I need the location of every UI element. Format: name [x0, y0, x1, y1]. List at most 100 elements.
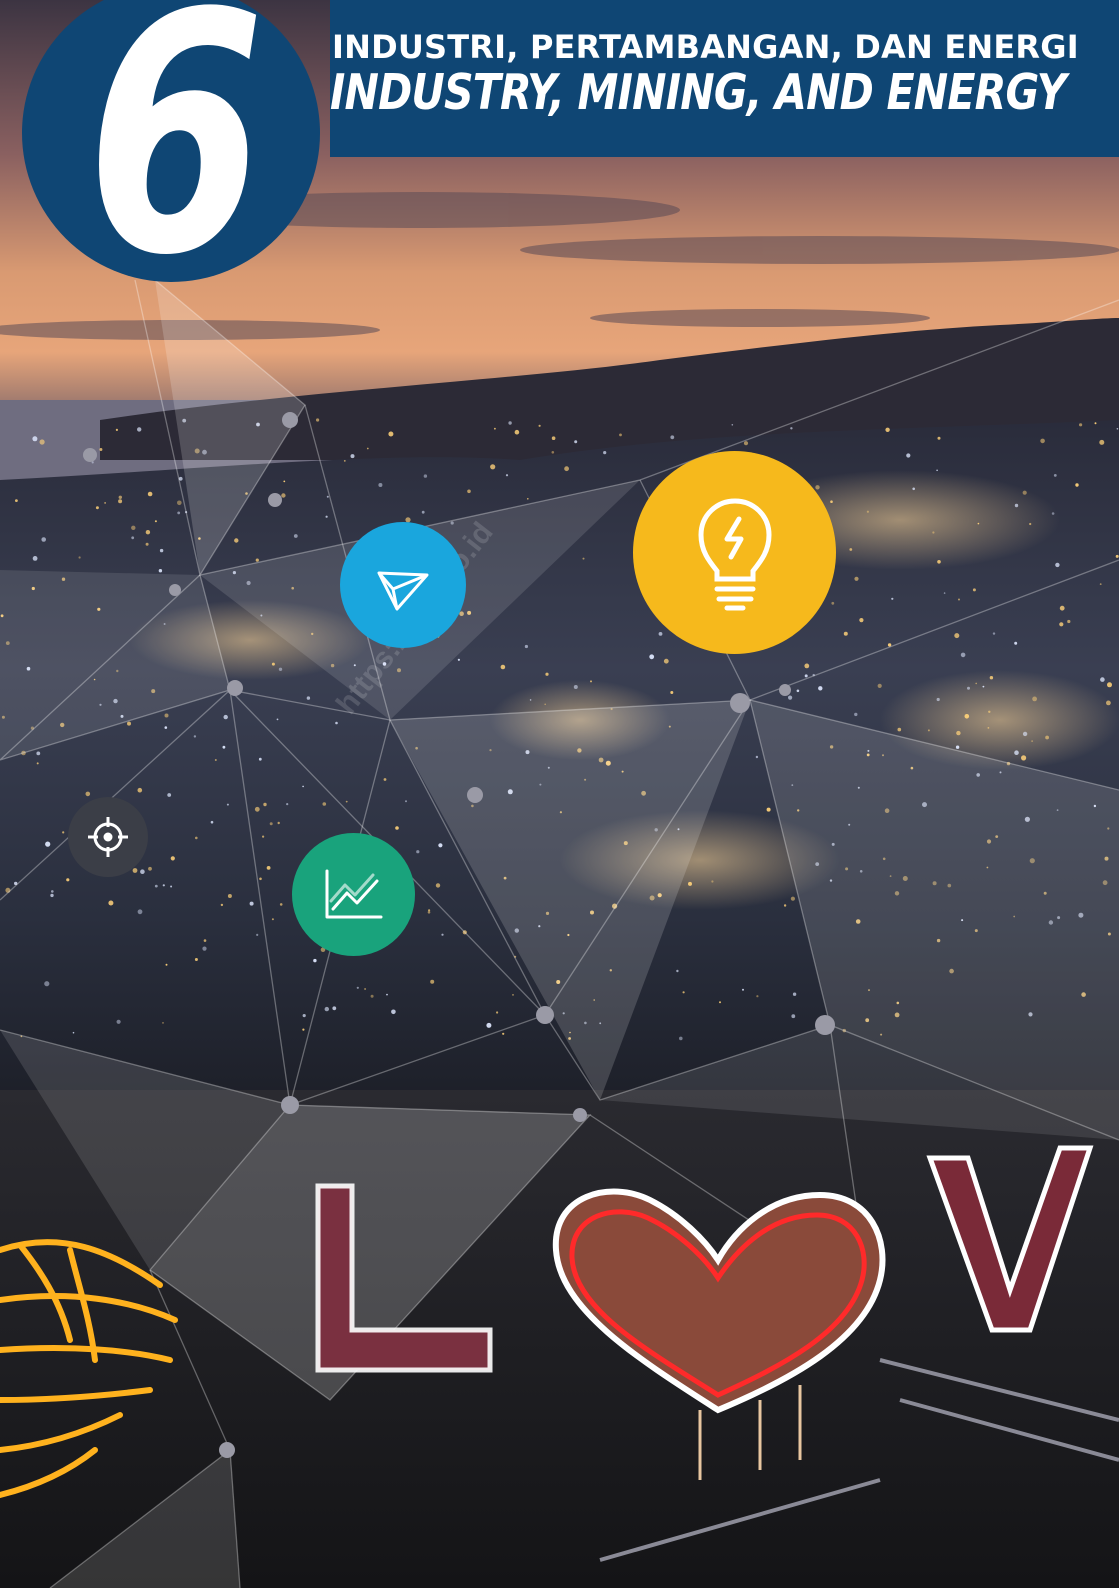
city-light [395, 826, 399, 830]
city-light [306, 696, 311, 700]
city-light [116, 1019, 121, 1024]
city-light [676, 969, 679, 973]
city-light [818, 686, 823, 691]
city-light [223, 714, 228, 720]
city-light [937, 436, 941, 440]
city-light [164, 726, 168, 729]
chapter-title-english: INDUSTRY, MINING, AND ENERGY [330, 64, 1067, 121]
city-light [326, 495, 329, 498]
line-chart-button[interactable] [292, 833, 415, 956]
city-light [891, 597, 894, 600]
city-light [115, 428, 118, 431]
line-chart-icon [325, 869, 382, 918]
city-light [849, 548, 853, 551]
city-light [573, 685, 578, 689]
city-light [345, 800, 348, 803]
city-light [514, 429, 520, 435]
city-light [711, 880, 714, 883]
city-light [145, 530, 151, 535]
city-light [127, 721, 131, 726]
city-light [1040, 438, 1045, 444]
city-light [302, 1014, 306, 1018]
city-light [783, 904, 787, 907]
city-light [486, 1022, 492, 1028]
city-light [283, 480, 286, 483]
city-light [843, 631, 848, 636]
city-light [551, 436, 556, 441]
city-light [279, 903, 283, 906]
city-light [937, 560, 941, 564]
city-light [755, 755, 759, 759]
city-light [663, 658, 669, 664]
city-light [158, 569, 163, 573]
city-light [1014, 503, 1019, 508]
city-light [266, 866, 271, 870]
city-light [36, 751, 41, 756]
city-light [682, 991, 685, 994]
city-light [791, 1014, 796, 1019]
lightbulb-button[interactable] [633, 451, 836, 654]
city-light [324, 1006, 329, 1012]
city-light [1059, 605, 1065, 611]
city-light [44, 981, 50, 987]
city-light [36, 762, 39, 765]
city-light [383, 778, 387, 781]
city-light [790, 896, 796, 901]
city-light [164, 713, 169, 718]
city-light [1053, 474, 1057, 477]
city-light [544, 703, 546, 706]
city-light [335, 721, 338, 725]
city-light [202, 946, 207, 951]
city-light [500, 664, 506, 670]
city-light [989, 676, 994, 680]
city-light [108, 900, 114, 906]
city-light [147, 491, 153, 497]
city-light [416, 850, 420, 854]
city-light [234, 538, 239, 543]
city-light [804, 674, 808, 678]
city-light [1100, 677, 1105, 682]
city-light [932, 531, 935, 534]
city-light [132, 868, 138, 873]
city-light [66, 878, 70, 882]
city-light [177, 500, 182, 506]
city-light [619, 433, 622, 437]
city-light [32, 556, 38, 561]
city-light [831, 601, 835, 605]
city-light [269, 822, 273, 826]
city-light [1079, 423, 1083, 427]
city-light [162, 1022, 164, 1024]
city-light [574, 440, 578, 444]
city-light [936, 469, 938, 472]
city-light [302, 1028, 305, 1031]
city-light [988, 710, 991, 713]
city-light [438, 843, 443, 848]
city-light [370, 994, 374, 998]
city-light [154, 520, 157, 523]
city-light [502, 1032, 505, 1035]
city-light [386, 993, 388, 996]
city-light [1055, 562, 1060, 568]
city-light [967, 686, 970, 690]
city-light [203, 939, 207, 942]
city-light [603, 451, 607, 455]
city-light [866, 510, 870, 513]
crosshair-button[interactable] [68, 797, 148, 877]
paper-plane-button[interactable] [340, 522, 466, 648]
city-light [72, 1031, 75, 1034]
city-light [255, 558, 259, 562]
city-light [256, 933, 259, 937]
city-light [137, 909, 143, 915]
city-light [15, 499, 18, 502]
city-light [259, 877, 262, 881]
city-light [960, 652, 966, 658]
city-light [1099, 583, 1102, 585]
city-light [897, 727, 902, 732]
city-light [956, 730, 961, 736]
city-light [316, 418, 320, 422]
city-light [85, 791, 91, 797]
city-light [815, 485, 820, 490]
city-light [1059, 622, 1064, 627]
city-light [756, 995, 759, 998]
city-light [263, 802, 267, 807]
